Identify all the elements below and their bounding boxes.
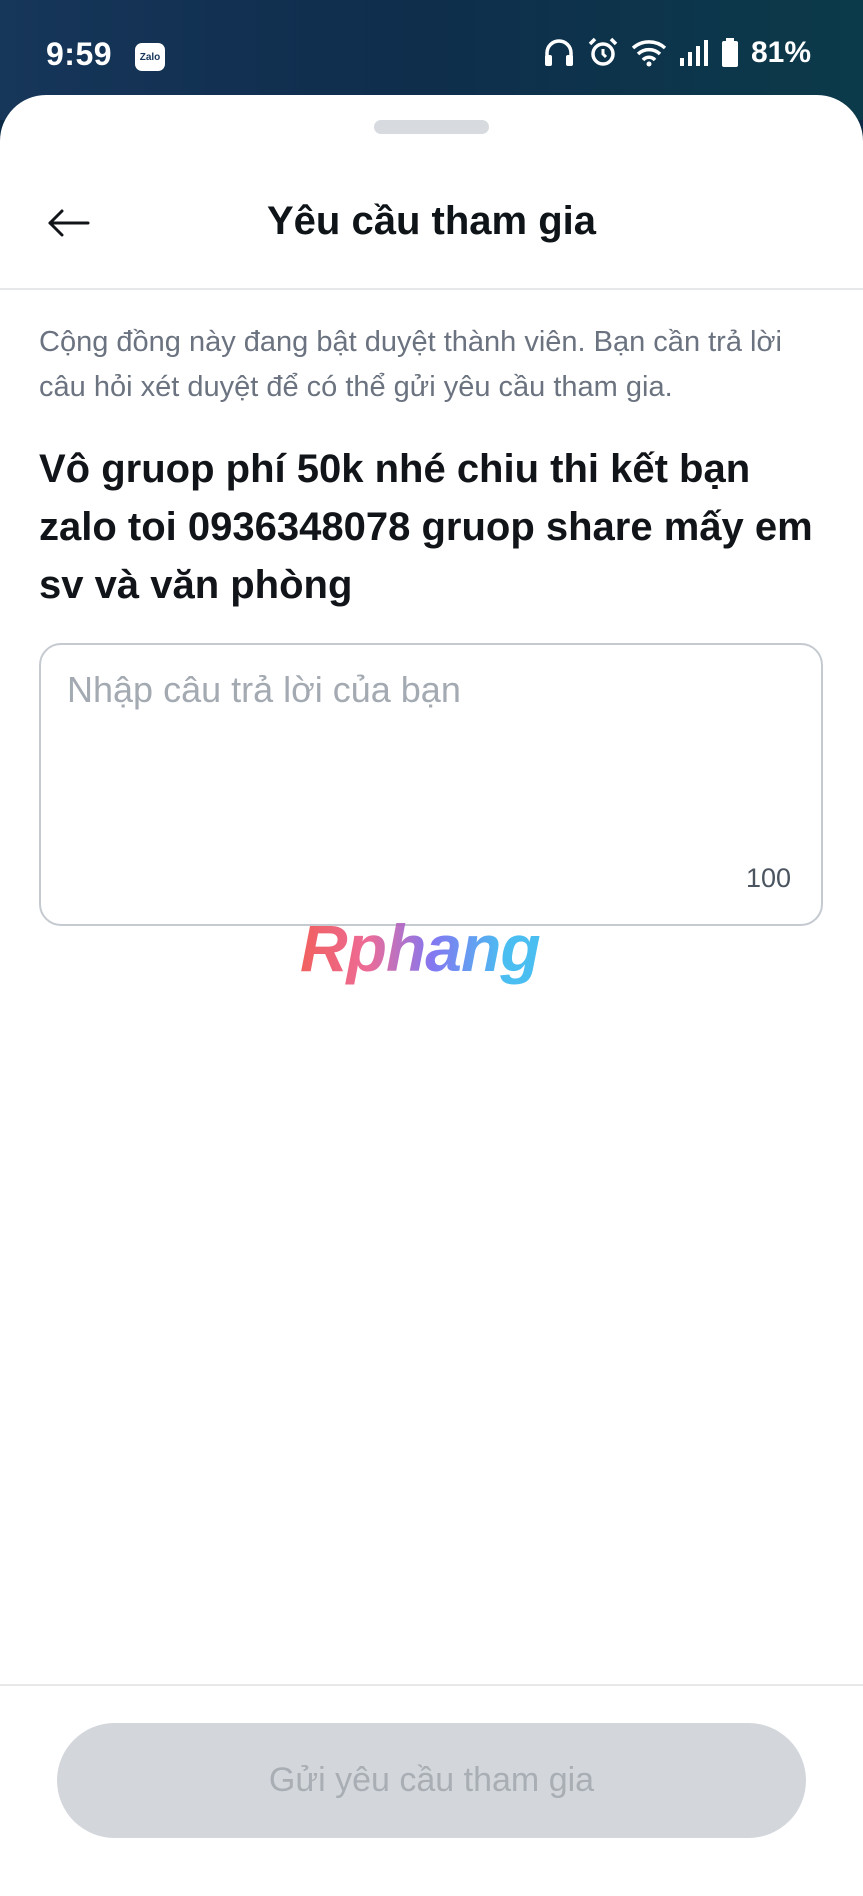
submit-join-request-button[interactable]: Gửi yêu cầu tham gia — [57, 1723, 806, 1838]
status-time: 9:59 — [46, 36, 113, 72]
battery-icon — [721, 38, 739, 68]
status-icons: 81% — [543, 36, 811, 70]
char-counter: 100 — [745, 863, 791, 893]
signal-icon — [679, 39, 709, 67]
footer-divider — [0, 1684, 863, 1686]
page-title: Yêu cầu tham gia — [267, 199, 596, 243]
approval-question: Vô gruop phí 50k nhé chiu thi kết bạn za… — [39, 447, 813, 607]
headphones-icon — [543, 38, 575, 68]
answer-field[interactable]: 100 — [39, 643, 823, 926]
alarm-icon — [587, 37, 619, 69]
approval-notice: Cộng đồng này đang bật duyệt thành viên.… — [39, 326, 782, 403]
drag-handle[interactable] — [374, 120, 489, 134]
wifi-icon — [631, 39, 667, 67]
join-request-sheet: Yêu cầu tham gia Cộng đồng này đang bật … — [0, 95, 863, 1896]
watermark-logo: Rphang — [300, 911, 541, 985]
header-divider — [0, 288, 863, 290]
zalo-notification-icon: Zalo — [135, 43, 165, 71]
battery-percentage: 81% — [750, 36, 811, 69]
answer-input[interactable] — [67, 669, 797, 819]
